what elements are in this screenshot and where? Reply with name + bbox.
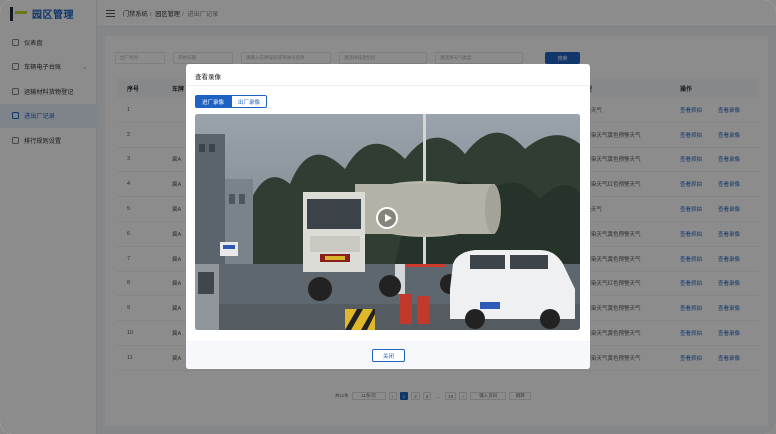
video-modal: 查看录像 进厂录像 出厂录像 关闭: [186, 64, 590, 369]
video-player[interactable]: [195, 114, 580, 330]
app-window: 园区管理 仪表盘 车辆电子台账 ⌄ 运输材料货物登记 进出厂记录 排行规则设置 …: [0, 0, 776, 434]
close-button[interactable]: 关闭: [372, 349, 405, 362]
tab-exit-video[interactable]: 出厂录像: [231, 95, 268, 108]
video-tabs: 进厂录像 出厂录像: [195, 95, 268, 108]
modal-title: 查看录像: [195, 74, 221, 81]
tab-entry-video[interactable]: 进厂录像: [195, 95, 232, 108]
divider: [186, 85, 590, 86]
play-icon[interactable]: [376, 207, 398, 229]
